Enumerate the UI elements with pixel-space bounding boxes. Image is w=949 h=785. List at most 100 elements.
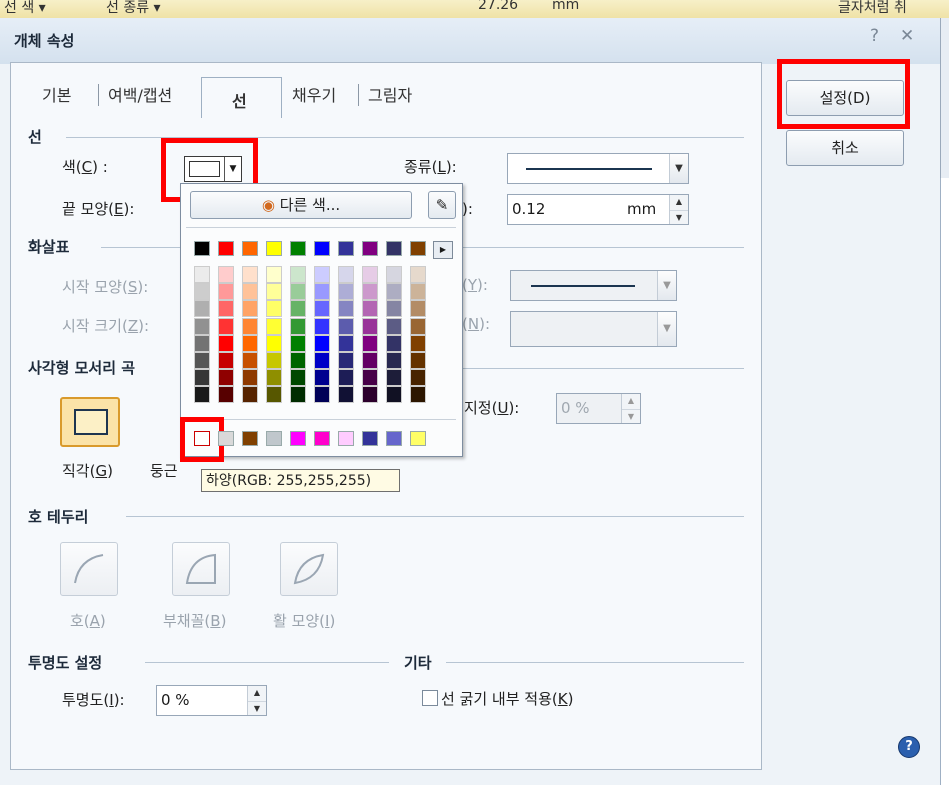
arrow-end-size-combo[interactable]: ▼ [510, 311, 677, 347]
recent-color-swatch[interactable] [242, 431, 258, 446]
corner-spinner[interactable]: ▲ ▼ [621, 394, 640, 423]
color-shade-swatch[interactable] [362, 334, 378, 352]
transparency-input[interactable]: 0 % ▲ ▼ [156, 685, 267, 716]
recent-color-swatch[interactable] [362, 431, 378, 446]
color-shade-swatch[interactable] [242, 266, 258, 283]
color-shade-swatch[interactable] [242, 386, 258, 404]
color-swatch[interactable] [386, 241, 402, 256]
color-shade-swatch[interactable] [410, 334, 426, 352]
color-shade-swatch[interactable] [266, 266, 282, 283]
color-shade-swatch[interactable] [218, 266, 234, 283]
color-shade-swatch[interactable] [290, 386, 306, 404]
color-shade-swatch[interactable] [314, 266, 330, 283]
color-shade-swatch[interactable] [194, 352, 210, 369]
recent-color-swatch[interactable] [338, 431, 354, 446]
color-shade-swatch[interactable] [362, 317, 378, 335]
color-swatch[interactable] [266, 241, 282, 256]
color-shade-swatch[interactable] [338, 369, 354, 387]
color-shade-swatch[interactable] [338, 352, 354, 369]
line-kind-tool[interactable]: 선 종류 ▾ [106, 0, 161, 17]
tab-fill[interactable]: 채우기 [292, 82, 336, 106]
color-shade-swatch[interactable] [194, 300, 210, 318]
color-shade-swatch[interactable] [338, 334, 354, 352]
color-shade-swatch[interactable] [194, 369, 210, 387]
color-shade-swatch[interactable] [266, 283, 282, 301]
corner-right-angle-button[interactable] [60, 397, 120, 447]
color-shade-swatch[interactable] [218, 386, 234, 404]
color-shade-swatch[interactable] [314, 352, 330, 369]
color-swatch[interactable] [218, 241, 234, 256]
color-shade-swatch[interactable] [386, 352, 402, 369]
color-shade-swatch[interactable] [218, 300, 234, 318]
color-shade-swatch[interactable] [242, 334, 258, 352]
color-shade-swatch[interactable] [218, 369, 234, 387]
color-shade-swatch[interactable] [242, 283, 258, 301]
color-shade-swatch[interactable] [362, 352, 378, 369]
recent-color-swatch[interactable] [386, 431, 402, 446]
tab-shadow[interactable]: 그림자 [368, 82, 412, 106]
color-shade-swatch[interactable] [194, 317, 210, 335]
corner-custom-input[interactable]: 0 % ▲ ▼ [556, 393, 641, 424]
color-shade-swatch[interactable] [386, 283, 402, 301]
color-swatch[interactable] [194, 241, 210, 256]
color-shade-swatch[interactable] [338, 300, 354, 318]
thickness-spinner[interactable]: ▲ ▼ [669, 195, 688, 224]
color-shade-swatch[interactable] [338, 317, 354, 335]
color-shade-swatch[interactable] [242, 369, 258, 387]
color-shade-swatch[interactable] [338, 266, 354, 283]
arc-button[interactable] [60, 542, 118, 596]
recent-color-swatch[interactable] [218, 431, 234, 446]
color-swatch[interactable] [314, 241, 330, 256]
color-shade-swatch[interactable] [314, 317, 330, 335]
color-shade-swatch[interactable] [338, 283, 354, 301]
eyedropper-icon[interactable]: ✎ [428, 191, 456, 219]
color-shade-swatch[interactable] [338, 386, 354, 404]
recent-color-swatch[interactable] [266, 431, 282, 446]
recent-color-swatch[interactable] [314, 431, 330, 446]
color-shade-swatch[interactable] [314, 369, 330, 387]
fan-button[interactable] [172, 542, 230, 596]
color-shade-swatch[interactable] [386, 266, 402, 283]
color-shade-swatch[interactable] [386, 334, 402, 352]
color-shade-swatch[interactable] [314, 300, 330, 318]
white-color-swatch[interactable] [194, 431, 210, 446]
color-shade-swatch[interactable] [386, 317, 402, 335]
color-shade-swatch[interactable] [410, 266, 426, 283]
close-icon[interactable]: ✕ [900, 26, 914, 46]
color-shade-swatch[interactable] [290, 352, 306, 369]
arrow-end-shape-combo[interactable]: ▼ [510, 270, 677, 301]
color-shade-swatch[interactable] [410, 300, 426, 318]
color-shade-swatch[interactable] [386, 369, 402, 387]
color-shade-swatch[interactable] [194, 386, 210, 404]
color-shade-swatch[interactable] [242, 317, 258, 335]
color-shade-swatch[interactable] [410, 369, 426, 387]
color-shade-swatch[interactable] [314, 386, 330, 404]
cancel-button[interactable]: 취소 [786, 130, 904, 166]
color-shade-swatch[interactable] [218, 352, 234, 369]
wrap-text-option[interactable]: 글자처럼 취 [838, 0, 907, 17]
color-shade-swatch[interactable] [290, 266, 306, 283]
color-shade-swatch[interactable] [290, 317, 306, 335]
color-shade-swatch[interactable] [194, 283, 210, 301]
line-color-tool[interactable]: 선 색 ▾ [4, 0, 46, 17]
color-shade-swatch[interactable] [362, 369, 378, 387]
color-swatch[interactable] [410, 241, 426, 256]
color-shade-swatch[interactable] [266, 369, 282, 387]
color-shade-swatch[interactable] [218, 317, 234, 335]
color-shade-swatch[interactable] [386, 300, 402, 318]
color-shade-swatch[interactable] [242, 300, 258, 318]
color-shade-swatch[interactable] [314, 283, 330, 301]
color-shade-swatch[interactable] [362, 283, 378, 301]
color-swatch[interactable] [338, 241, 354, 256]
color-shade-swatch[interactable] [410, 386, 426, 404]
transparency-spinner[interactable]: ▲ ▼ [247, 686, 266, 715]
color-shade-swatch[interactable] [314, 334, 330, 352]
tab-basic[interactable]: 기본 [42, 82, 71, 106]
color-shade-swatch[interactable] [290, 300, 306, 318]
color-swatch[interactable] [290, 241, 306, 256]
size-value[interactable]: 27.26 [478, 0, 518, 13]
more-colors-arrow-icon[interactable]: ▶ [433, 241, 453, 259]
color-shade-swatch[interactable] [266, 352, 282, 369]
color-shade-swatch[interactable] [362, 266, 378, 283]
color-shade-swatch[interactable] [386, 386, 402, 404]
